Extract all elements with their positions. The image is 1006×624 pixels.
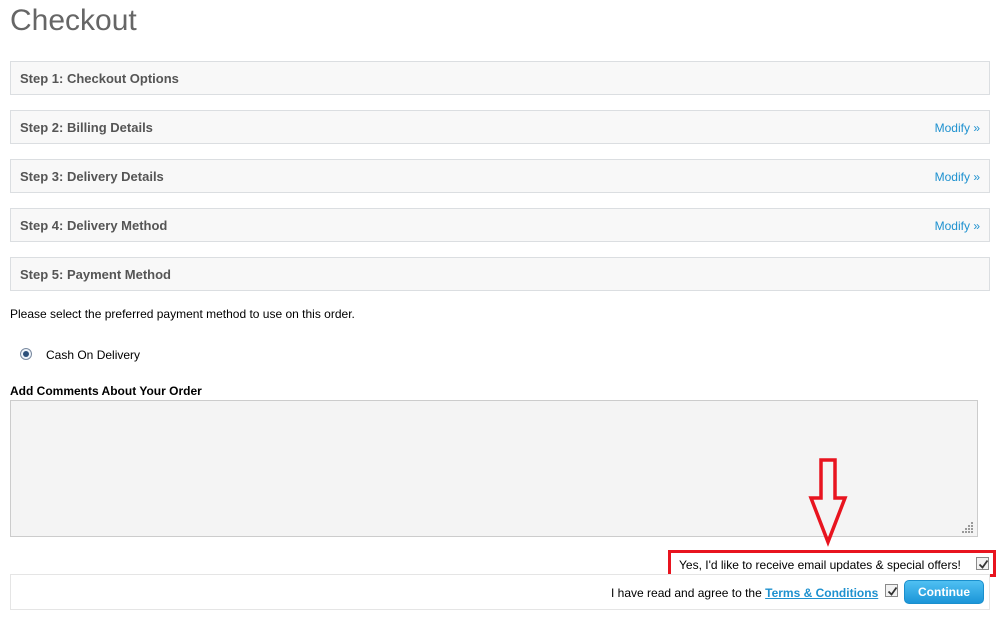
- payment-option-label: Cash On Delivery: [46, 348, 141, 362]
- terms-link[interactable]: Terms & Conditions: [765, 586, 878, 600]
- comments-label: Add Comments About Your Order: [10, 384, 202, 398]
- continue-button[interactable]: Continue: [904, 580, 984, 604]
- step-title: Step 5: Payment Method: [20, 267, 171, 282]
- step-title: Step 4: Delivery Method: [20, 218, 168, 233]
- step-delivery-method[interactable]: Step 4: Delivery Method Modify »: [10, 208, 990, 242]
- modify-delivery-method-link[interactable]: Modify »: [935, 219, 980, 233]
- newsletter-checkbox[interactable]: [976, 557, 989, 570]
- step-delivery-details[interactable]: Step 3: Delivery Details Modify »: [10, 159, 990, 193]
- checkout-buttons: I have read and agree to the Terms & Con…: [10, 574, 990, 610]
- newsletter-label: Yes, I'd like to receive email updates &…: [679, 558, 961, 572]
- step-title: Step 3: Delivery Details: [20, 169, 164, 184]
- agree-text: I have read and agree to the Terms & Con…: [611, 586, 878, 600]
- modify-delivery-details-link[interactable]: Modify »: [935, 170, 980, 184]
- step-title: Step 2: Billing Details: [20, 120, 153, 135]
- step-title: Step 1: Checkout Options: [20, 71, 179, 86]
- page-title: Checkout: [10, 4, 137, 37]
- step-billing-details[interactable]: Step 2: Billing Details Modify »: [10, 110, 990, 144]
- resize-grip-icon[interactable]: [962, 521, 974, 533]
- cash-on-delivery-radio[interactable]: [20, 348, 32, 360]
- step-payment-method[interactable]: Step 5: Payment Method: [10, 257, 990, 291]
- agree-checkbox[interactable]: [885, 584, 898, 597]
- checkout-page: Checkout Step 1: Checkout Options Step 2…: [0, 0, 1006, 624]
- step-checkout-options[interactable]: Step 1: Checkout Options: [10, 61, 990, 95]
- payment-instruction: Please select the preferred payment meth…: [10, 307, 355, 321]
- down-arrow-icon: [808, 458, 848, 547]
- newsletter-optin: Yes, I'd like to receive email updates &…: [668, 550, 996, 577]
- check-icon: [887, 586, 898, 596]
- check-icon: [978, 559, 989, 569]
- agree-prefix: I have read and agree to the: [611, 586, 762, 600]
- modify-billing-link[interactable]: Modify »: [935, 121, 980, 135]
